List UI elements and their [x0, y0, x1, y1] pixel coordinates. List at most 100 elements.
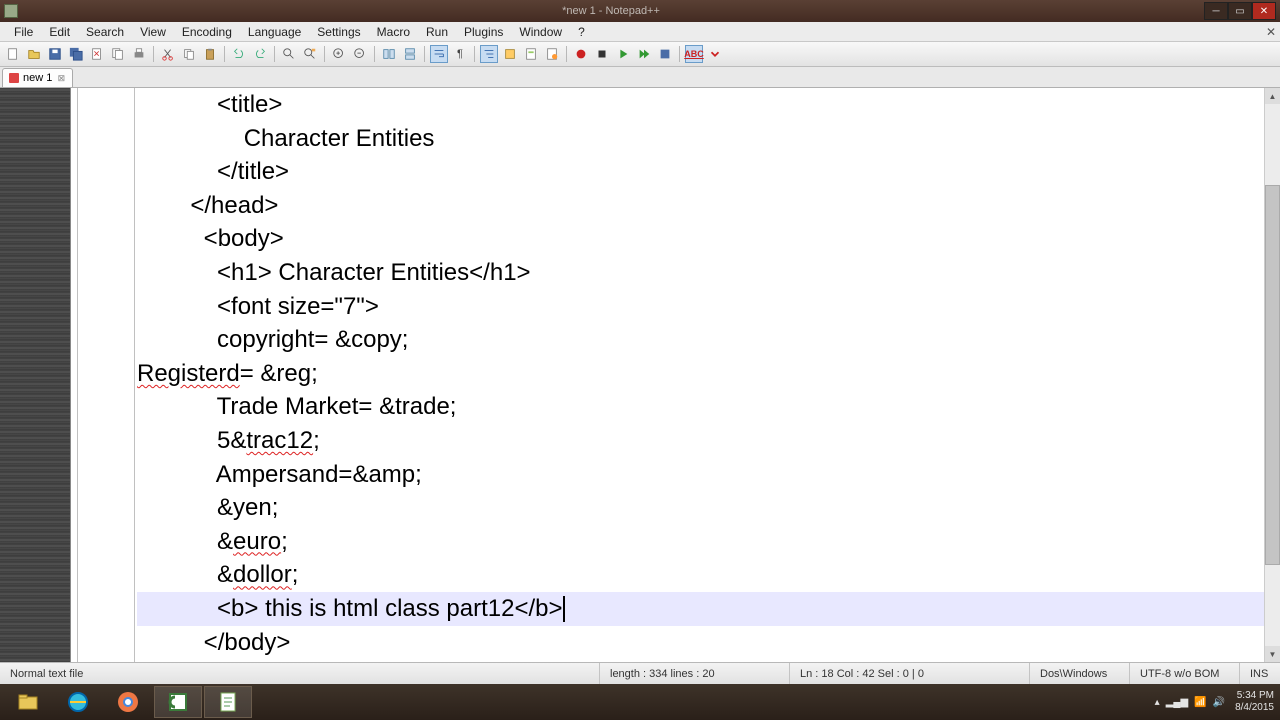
code-editor[interactable]: <title> Character Entities </title> </he…	[135, 88, 1264, 662]
code-line: copyright= &copy;	[137, 323, 1264, 357]
code-line: </head>	[137, 189, 1264, 223]
menu-language[interactable]: Language	[240, 23, 309, 41]
vertical-scrollbar[interactable]: ▲ ▼	[1264, 88, 1280, 662]
scroll-thumb[interactable]	[1265, 185, 1280, 564]
menu-macro[interactable]: Macro	[369, 23, 418, 41]
tab-modified-icon	[9, 73, 19, 83]
tab-close-icon[interactable]: ⊠	[56, 73, 66, 83]
fold-margin	[71, 88, 135, 662]
play-macro-icon[interactable]	[614, 45, 632, 63]
code-line: 5&trac12;	[137, 424, 1264, 458]
redo-icon[interactable]	[251, 45, 269, 63]
app-icon	[4, 4, 18, 18]
show-all-chars-icon[interactable]: ¶	[451, 45, 469, 63]
menu-view[interactable]: View	[132, 23, 174, 41]
cut-icon[interactable]	[159, 45, 177, 63]
editor-area: <title> Character Entities </title> </he…	[0, 88, 1280, 662]
menu-bar: File Edit Search View Encoding Language …	[0, 22, 1280, 42]
menu-edit[interactable]: Edit	[41, 23, 78, 41]
status-position: Ln : 18 Col : 42 Sel : 0 | 0	[790, 663, 1030, 684]
tray-battery-icon[interactable]: ▂▄▆	[1166, 697, 1188, 708]
code-line: Registerd= &reg;	[137, 357, 1264, 391]
scroll-up-icon[interactable]: ▲	[1265, 88, 1280, 104]
window-title: *new 1 - Notepad++	[18, 5, 1204, 17]
doc-map-icon[interactable]	[522, 45, 540, 63]
undo-icon[interactable]	[230, 45, 248, 63]
udl-icon[interactable]	[501, 45, 519, 63]
new-file-icon[interactable]	[4, 45, 22, 63]
code-line: Character Entities	[137, 122, 1264, 156]
taskbar-notepadpp[interactable]	[204, 686, 252, 718]
indent-guide-icon[interactable]	[480, 45, 498, 63]
line-number-gutter	[0, 88, 71, 662]
menu-run[interactable]: Run	[418, 23, 456, 41]
close-file-icon[interactable]	[88, 45, 106, 63]
status-encoding: UTF-8 w/o BOM	[1130, 663, 1240, 684]
code-line: &euro;	[137, 525, 1264, 559]
taskbar-chrome[interactable]	[104, 686, 152, 718]
status-eol: Dos\Windows	[1030, 663, 1130, 684]
tab-label: new 1	[23, 72, 52, 84]
tray-clock[interactable]: 5:34 PM 8/4/2015	[1235, 690, 1274, 714]
stop-macro-icon[interactable]	[593, 45, 611, 63]
tab-new1[interactable]: new 1 ⊠	[2, 68, 73, 87]
windows-taskbar: ▴ ▂▄▆ 📶 🔊 5:34 PM 8/4/2015	[0, 684, 1280, 720]
code-line: <h1> Character Entities</h1>	[137, 256, 1264, 290]
code-line: Ampersand=&amp;	[137, 458, 1264, 492]
tray-time: 5:34 PM	[1235, 690, 1274, 702]
code-line: <body>	[137, 222, 1264, 256]
zoom-out-icon[interactable]	[351, 45, 369, 63]
menu-search[interactable]: Search	[78, 23, 132, 41]
code-line: Trade Market= &trade;	[137, 390, 1264, 424]
record-macro-icon[interactable]	[572, 45, 590, 63]
wordwrap-icon[interactable]	[430, 45, 448, 63]
code-line: &dollor;	[137, 558, 1264, 592]
menu-file[interactable]: File	[6, 23, 41, 41]
sync-h-icon[interactable]	[401, 45, 419, 63]
find-icon[interactable]	[280, 45, 298, 63]
menu-plugins[interactable]: Plugins	[456, 23, 511, 41]
next-misspell-icon[interactable]	[706, 45, 724, 63]
taskbar-camtasia[interactable]	[154, 686, 202, 718]
print-icon[interactable]	[130, 45, 148, 63]
function-list-icon[interactable]	[543, 45, 561, 63]
sync-v-icon[interactable]	[380, 45, 398, 63]
toolbar: ¶ ABC	[0, 42, 1280, 67]
save-all-icon[interactable]	[67, 45, 85, 63]
tray-volume-icon[interactable]: 🔊	[1213, 697, 1225, 708]
scroll-down-icon[interactable]: ▼	[1265, 646, 1280, 662]
status-bar: Normal text file length : 334 lines : 20…	[0, 662, 1280, 684]
code-line: <font size="7">	[137, 290, 1264, 324]
tray-up-icon[interactable]: ▴	[1155, 697, 1160, 708]
system-tray: ▴ ▂▄▆ 📶 🔊 5:34 PM 8/4/2015	[1155, 690, 1274, 714]
tray-network-icon[interactable]: 📶	[1194, 697, 1206, 708]
taskbar-explorer[interactable]	[4, 686, 52, 718]
code-line: </body>	[137, 626, 1264, 660]
replace-icon[interactable]	[301, 45, 319, 63]
status-length: length : 334 lines : 20	[600, 663, 790, 684]
paste-icon[interactable]	[201, 45, 219, 63]
minimize-button[interactable]: ─	[1204, 2, 1228, 20]
title-bar: *new 1 - Notepad++ ─ ▭ ✕	[0, 0, 1280, 22]
code-line: <b> this is html class part12</b>	[137, 592, 1264, 626]
menu-encoding[interactable]: Encoding	[174, 23, 240, 41]
maximize-button[interactable]: ▭	[1228, 2, 1252, 20]
open-file-icon[interactable]	[25, 45, 43, 63]
tray-date: 8/4/2015	[1235, 702, 1274, 714]
close-all-icon[interactable]	[109, 45, 127, 63]
play-multi-icon[interactable]	[635, 45, 653, 63]
menu-settings[interactable]: Settings	[309, 23, 368, 41]
close-button[interactable]: ✕	[1252, 2, 1276, 20]
menu-close-icon[interactable]: ✕	[1266, 25, 1276, 39]
taskbar-ie[interactable]	[54, 686, 102, 718]
tab-bar: new 1 ⊠	[0, 67, 1280, 88]
zoom-in-icon[interactable]	[330, 45, 348, 63]
save-macro-icon[interactable]	[656, 45, 674, 63]
save-icon[interactable]	[46, 45, 64, 63]
menu-help[interactable]: ?	[570, 23, 593, 41]
menu-window[interactable]: Window	[511, 23, 570, 41]
status-filetype: Normal text file	[0, 663, 600, 684]
copy-icon[interactable]	[180, 45, 198, 63]
spellcheck-icon[interactable]: ABC	[685, 45, 703, 63]
code-line: </title>	[137, 155, 1264, 189]
